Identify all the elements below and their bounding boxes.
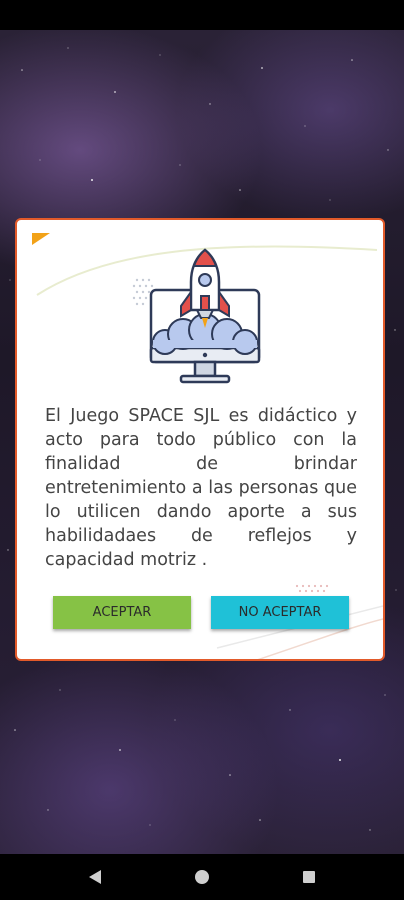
disclaimer-dialog: El Juego SPACE SJL es didáctico y acto p…	[15, 218, 385, 661]
circle-home-icon	[195, 870, 209, 884]
disclaimer-message: El Juego SPACE SJL es didáctico y acto p…	[45, 406, 357, 570]
back-button[interactable]	[65, 854, 125, 900]
system-navigation-bar	[0, 854, 404, 900]
triangle-back-icon	[89, 870, 101, 884]
corner-accent-icon	[32, 233, 50, 245]
decline-button[interactable]: NO ACEPTAR	[211, 596, 349, 629]
recents-button[interactable]	[279, 854, 339, 900]
rocket-launch-monitor-icon	[132, 248, 261, 384]
status-bar	[0, 0, 404, 30]
home-button[interactable]	[172, 854, 232, 900]
accept-button[interactable]: ACEPTAR	[53, 596, 191, 629]
square-recents-icon	[303, 871, 315, 883]
